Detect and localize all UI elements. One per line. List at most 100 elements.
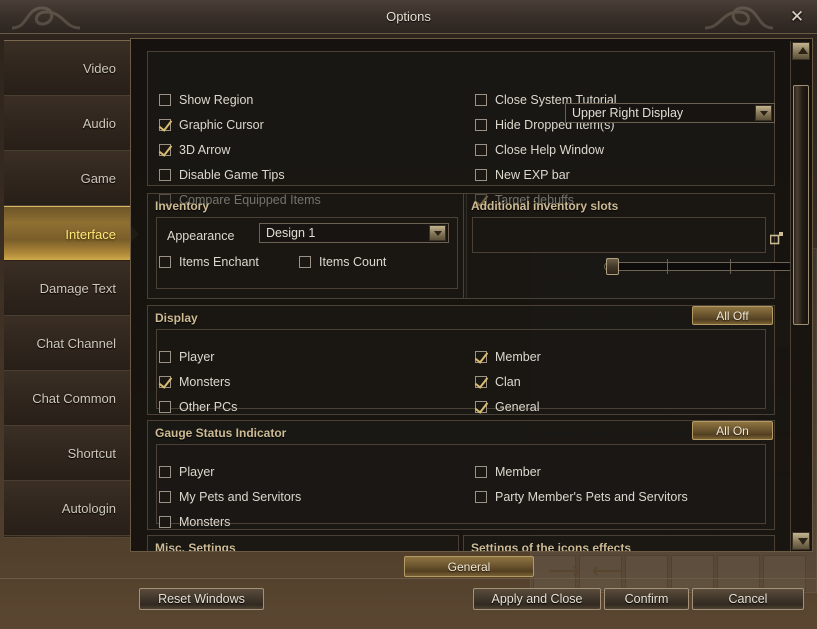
close-icon[interactable]: ✕ <box>787 7 807 27</box>
checkbox-box <box>159 376 171 388</box>
checkbox-gauge-my-pets-and-servitors[interactable]: My Pets and Servitors <box>159 490 301 504</box>
sidebar-item-label: Video <box>82 61 116 76</box>
checkbox-label: New EXP bar <box>495 168 570 182</box>
chevron-down-icon[interactable] <box>755 105 772 121</box>
sidebar-item-autologin[interactable]: Autologin <box>4 481 130 536</box>
checkbox-box <box>475 351 487 363</box>
sidebar-item-shortcut[interactable]: Shortcut <box>4 426 130 481</box>
checkbox-box <box>159 516 171 528</box>
checkbox-box <box>159 144 171 156</box>
sidebar-item-chat-channel[interactable]: Chat Channel <box>4 316 130 371</box>
checkbox-graphic-cursor[interactable]: Graphic Cursor <box>159 118 264 132</box>
arrow-up-icon[interactable] <box>792 42 810 60</box>
checkbox-label: Monsters <box>179 375 231 389</box>
checkbox-box <box>475 491 487 503</box>
checkbox-display-other-pcs[interactable]: Other PCs <box>159 400 237 414</box>
checkbox-label: Graphic Cursor <box>179 118 264 132</box>
additional-slots-group-title: Additional inventory slots <box>471 199 619 213</box>
checkbox-label: Disable Game Tips <box>179 168 285 182</box>
content-scrollbar[interactable] <box>790 41 810 551</box>
icon-effects-group-title: Settings of the icons effects <box>471 541 632 551</box>
settings-scroll-area: Show Region Graphic Cursor 3D Arrow Disa… <box>131 39 791 551</box>
cancel-button[interactable]: Cancel <box>692 588 804 610</box>
sidebar-item-label: Autologin <box>61 501 116 516</box>
apply-and-close-button[interactable]: Apply and Close <box>473 588 601 610</box>
checkbox-display-monsters[interactable]: Monsters <box>159 375 230 389</box>
title-bar: Options ✕ <box>0 0 817 34</box>
sidebar-item-label: Interface <box>65 227 116 242</box>
slider-thumb[interactable] <box>606 258 619 275</box>
sidebar-item-label: Chat Channel <box>36 336 117 351</box>
checkbox-label: Other PCs <box>179 400 238 414</box>
checkbox-gauge-member[interactable]: Member <box>475 465 541 479</box>
checkbox-box <box>159 256 171 268</box>
sidebar-item-interface[interactable]: Interface <box>4 206 139 261</box>
gauge-status-group-inner <box>156 444 766 524</box>
checkbox-display-general[interactable]: General <box>475 400 539 414</box>
options-window: Options ✕ Video Audio Game Interface Dam… <box>0 0 817 629</box>
checkbox-gauge-player[interactable]: Player <box>159 465 214 479</box>
confirm-button[interactable]: Confirm <box>604 588 689 610</box>
slider-tick <box>667 259 668 274</box>
checkbox-label: Member <box>495 465 541 479</box>
checkbox-box <box>475 376 487 388</box>
checkbox-items-count[interactable]: Items Count <box>299 255 386 269</box>
checkbox-new-exp-bar[interactable]: New EXP bar <box>475 168 570 182</box>
checkbox-box <box>159 169 171 181</box>
sidebar-item-label: Audio <box>82 116 116 131</box>
slider-track <box>604 262 791 271</box>
checkbox-gauge-party-pets-and-servitors[interactable]: Party Member's Pets and Servitors <box>475 490 688 504</box>
checkbox-label: Party Member's Pets and Servitors <box>495 490 688 504</box>
chevron-down-icon[interactable] <box>429 225 446 241</box>
reset-windows-button[interactable]: Reset Windows <box>139 588 264 610</box>
inventory-appearance-dropdown[interactable]: Design 1 <box>259 223 449 243</box>
page-title: Options <box>386 9 431 24</box>
gauge-status-all-on-button[interactable]: All On <box>692 421 773 440</box>
checkbox-label: Player <box>179 350 215 364</box>
checkbox-3d-arrow[interactable]: 3D Arrow <box>159 143 230 157</box>
checkbox-label: Close Help Window <box>495 143 605 157</box>
footer-divider <box>0 578 817 579</box>
checkbox-items-enchant[interactable]: Items Enchant <box>159 255 259 269</box>
checkbox-box <box>475 401 487 413</box>
close-help-window-dropdown[interactable]: Upper Right Display <box>565 103 775 123</box>
checkbox-label: My Pets and Servitors <box>179 490 302 504</box>
scrollbar-thumb[interactable] <box>793 85 809 325</box>
checkbox-box <box>159 351 171 363</box>
checkbox-close-help-window[interactable]: Close Help Window <box>475 143 604 157</box>
popout-icon[interactable] <box>770 232 783 245</box>
checkbox-box <box>475 169 487 181</box>
content-panel: Show Region Graphic Cursor 3D Arrow Disa… <box>130 38 813 552</box>
checkbox-gauge-monsters[interactable]: Monsters <box>159 515 230 529</box>
sidebar-item-audio[interactable]: Audio <box>4 96 130 151</box>
display-group-inner <box>156 329 766 409</box>
sidebar-item-chat-common[interactable]: Chat Common <box>4 371 130 426</box>
checkbox-label: 3D Arrow <box>179 143 231 157</box>
checkbox-box <box>475 119 487 131</box>
checkbox-label: General <box>495 400 540 414</box>
sidebar-item-damage-text[interactable]: Damage Text <box>4 261 130 316</box>
checkbox-display-player[interactable]: Player <box>159 350 214 364</box>
checkbox-display-clan[interactable]: Clan <box>475 375 521 389</box>
general-button[interactable]: General <box>404 556 534 577</box>
checkbox-label: Items Count <box>319 255 387 269</box>
checkbox-label: Player <box>179 465 215 479</box>
arrow-down-icon[interactable] <box>792 532 810 550</box>
checkbox-box <box>159 466 171 478</box>
gauge-status-group-title: Gauge Status Indicator <box>155 426 287 440</box>
checkbox-label: Member <box>495 350 541 364</box>
checkbox-label: Monsters <box>179 515 231 529</box>
checkbox-box <box>159 119 171 131</box>
checkbox-disable-game-tips[interactable]: Disable Game Tips <box>159 168 285 182</box>
sidebar-item-video[interactable]: Video <box>4 41 130 96</box>
sidebar-item-game[interactable]: Game <box>4 151 130 206</box>
inventory-group-title: Inventory <box>155 199 210 213</box>
checkbox-box <box>475 144 487 156</box>
display-all-off-button[interactable]: All Off <box>692 306 773 325</box>
checkbox-box <box>159 491 171 503</box>
checkbox-show-region[interactable]: Show Region <box>159 93 253 107</box>
checkbox-box <box>159 401 171 413</box>
sidebar-item-label: Chat Common <box>32 391 116 406</box>
checkbox-display-member[interactable]: Member <box>475 350 541 364</box>
additional-slots-slider[interactable] <box>604 258 791 275</box>
